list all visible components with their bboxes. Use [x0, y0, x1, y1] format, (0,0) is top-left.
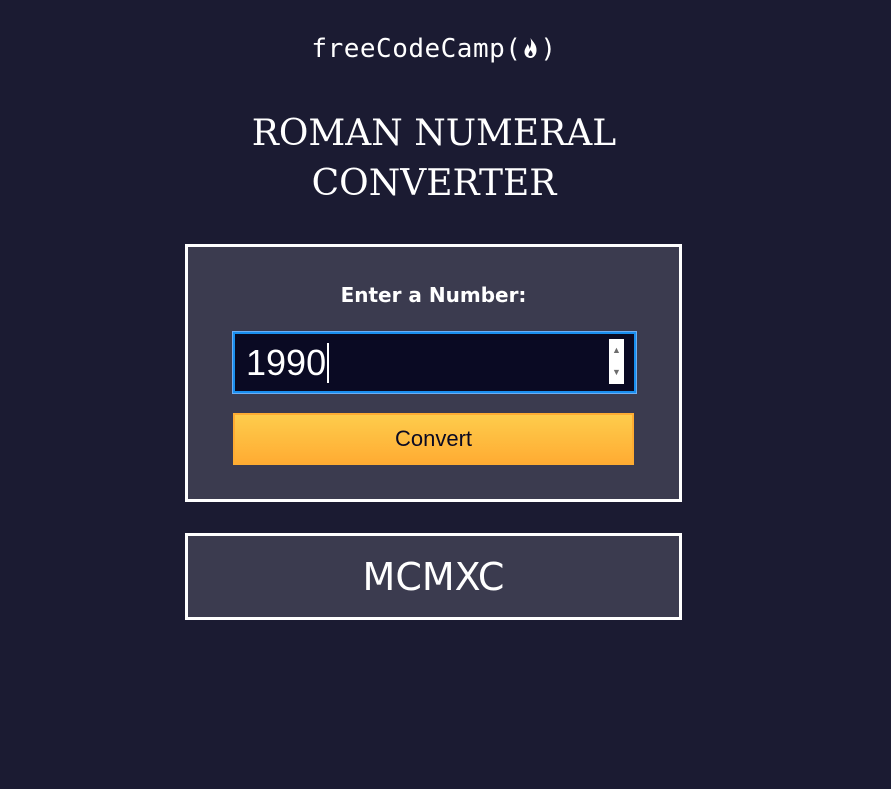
output-panel: MCMXC	[185, 533, 682, 620]
freecodecamp-logo: freeCodeCamp()	[0, 34, 868, 64]
title-line-2: CONVERTER	[311, 163, 557, 204]
page-title: ROMAN NUMERAL CONVERTER	[0, 109, 868, 209]
title-line-1: ROMAN NUMERAL	[251, 113, 617, 154]
text-cursor	[327, 342, 330, 383]
logo-text: freeCodeCamp(	[311, 34, 522, 64]
number-spinner[interactable]: ▲ ▼	[609, 339, 624, 384]
flame-icon	[524, 38, 537, 58]
logo-text-end: )	[540, 34, 557, 64]
spinner-down-icon[interactable]: ▼	[609, 362, 624, 385]
spinner-up-icon[interactable]: ▲	[609, 339, 624, 362]
converter-form: Enter a Number: 1990 ▲ ▼ Convert	[185, 244, 682, 502]
roman-numeral-output: MCMXC	[362, 554, 505, 599]
number-input-value: 1990	[246, 341, 327, 383]
convert-button[interactable]: Convert	[233, 413, 634, 465]
number-input-label: Enter a Number:	[340, 283, 527, 307]
number-input[interactable]: 1990 ▲ ▼	[232, 331, 637, 394]
